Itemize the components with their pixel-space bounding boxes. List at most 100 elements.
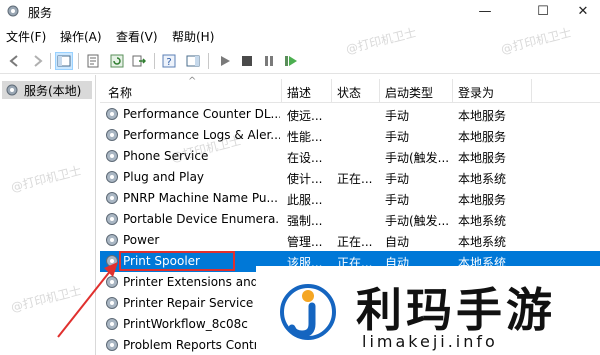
column-status[interactable]: 状态 — [337, 84, 361, 101]
restart-service-button[interactable] — [282, 52, 300, 70]
service-startup-type: 手动(触发... — [385, 214, 450, 228]
back-button[interactable] — [6, 52, 24, 70]
toolbar-separator — [50, 53, 51, 69]
service-startup-type: 手动 — [385, 109, 410, 123]
service-description: 在设... — [287, 151, 323, 165]
table-row[interactable]: Performance Logs & Aler... 性能... 手动 本地服务 — [100, 125, 600, 146]
service-gear-icon — [106, 171, 118, 183]
service-gear-icon — [106, 339, 118, 351]
watermark-title: 利玛手游 — [356, 283, 556, 337]
column-startup-type[interactable]: 启动类型 — [385, 84, 433, 101]
column-divider[interactable] — [281, 79, 282, 103]
export-icon — [132, 55, 146, 67]
column-header: ^ 名称 描述 状态 启动类型 登录为 — [100, 76, 600, 103]
column-divider[interactable] — [531, 79, 532, 103]
table-row[interactable]: PNRP Machine Name Pu... 此服... 手动 本地服务 — [100, 188, 600, 209]
table-row[interactable]: Power 管理... 正在... 自动 本地系统 — [100, 230, 600, 251]
toolbar-separator — [154, 53, 155, 69]
table-row[interactable]: Performance Counter DL... 使远... 手动 本地服务 — [100, 104, 600, 125]
service-startup-type: 手动(触发... — [385, 151, 450, 165]
services-gear-icon — [7, 5, 19, 17]
service-description: 性能... — [287, 130, 323, 144]
maximize-icon: ☐ — [537, 3, 549, 19]
service-gear-icon — [106, 213, 118, 225]
service-gear-icon — [106, 297, 118, 309]
column-name[interactable]: 名称 — [108, 84, 132, 101]
toolbar-separator — [78, 53, 79, 69]
service-status: 正在... — [337, 172, 373, 186]
service-gear-icon — [106, 150, 118, 162]
service-startup-type: 自动 — [385, 235, 410, 249]
show-console-tree-button[interactable] — [55, 52, 73, 70]
pause-icon — [265, 56, 273, 66]
forward-button[interactable] — [28, 52, 46, 70]
menu-action[interactable]: 操作(A) — [60, 28, 102, 45]
minimize-button[interactable]: — — [462, 0, 508, 22]
help-icon: ? — [162, 54, 176, 68]
column-divider[interactable] — [452, 79, 453, 103]
service-name: Plug and Play — [123, 170, 205, 184]
service-gear-icon — [106, 276, 118, 288]
column-logon-as[interactable]: 登录为 — [458, 84, 494, 101]
service-logon-as: 本地系统 — [458, 172, 507, 186]
refresh-icon — [110, 54, 124, 68]
print-spooler-highlight — [119, 251, 235, 271]
service-description: 管理... — [287, 235, 323, 249]
minimize-icon: — — [478, 3, 492, 19]
back-arrow-icon — [9, 55, 18, 67]
properties-icon — [87, 54, 99, 68]
console-tree-icon — [57, 55, 71, 67]
action-pane-button[interactable] — [184, 52, 202, 70]
service-name: Power — [123, 233, 160, 247]
stop-service-button[interactable] — [238, 52, 256, 70]
service-gear-icon — [106, 318, 118, 330]
watermark-card: 利玛手游 limakeji.info — [256, 266, 600, 355]
service-description: 强制... — [287, 214, 323, 228]
sort-ascending-icon: ^ — [188, 76, 197, 87]
export-list-button[interactable] — [130, 52, 148, 70]
service-startup-type: 手动 — [385, 193, 410, 207]
tree-item-label: 服务(本地) — [24, 83, 82, 98]
service-status: 正在... — [337, 235, 373, 249]
pause-service-button[interactable] — [260, 52, 278, 70]
refresh-button[interactable] — [108, 52, 126, 70]
service-description: 使远... — [287, 109, 323, 123]
service-logon-as: 本地服务 — [458, 151, 507, 165]
service-gear-icon — [106, 192, 118, 204]
services-gear-icon — [6, 84, 18, 96]
service-gear-icon — [106, 129, 118, 141]
watermark-logo-icon — [280, 284, 336, 340]
properties-button[interactable] — [84, 52, 102, 70]
svg-text:?: ? — [166, 57, 171, 68]
service-description: 使计... — [287, 172, 323, 186]
close-button[interactable]: ✕ — [560, 0, 600, 22]
service-name: Portable Device Enumera... — [123, 212, 280, 226]
action-pane-icon — [186, 55, 200, 67]
service-logon-as: 本地服务 — [458, 130, 507, 144]
watermark-url: limakeji.info — [362, 332, 498, 351]
column-divider[interactable] — [331, 79, 332, 103]
table-row[interactable]: Plug and Play 使计... 正在... 手动 本地系统 — [100, 167, 600, 188]
menu-view[interactable]: 查看(V) — [116, 28, 158, 45]
window-title: 服务 — [28, 6, 53, 20]
close-icon: ✕ — [577, 3, 589, 19]
help-button[interactable]: ? — [160, 52, 178, 70]
tree-item-services-local[interactable]: 服务(本地) — [2, 81, 92, 99]
service-startup-type: 手动 — [385, 172, 410, 186]
table-row[interactable]: Portable Device Enumera... 强制... 手动(触发... 本… — [100, 209, 600, 230]
service-gear-icon — [106, 234, 118, 246]
column-description[interactable]: 描述 — [287, 84, 311, 101]
play-icon — [221, 56, 230, 66]
service-description: 此服... — [287, 193, 323, 207]
forward-arrow-icon — [34, 55, 43, 67]
title-bar: 服务 — ☐ ✕ — [0, 0, 600, 24]
service-logon-as: 本地服务 — [458, 193, 507, 207]
service-gear-icon — [106, 255, 118, 267]
column-divider[interactable] — [379, 79, 380, 103]
service-logon-as: 本地系统 — [458, 214, 507, 228]
service-startup-type: 手动 — [385, 130, 410, 144]
stop-icon — [242, 56, 252, 66]
menu-help[interactable]: 帮助(H) — [172, 28, 214, 45]
menu-file[interactable]: 文件(F) — [6, 28, 46, 45]
start-service-button[interactable] — [216, 52, 234, 70]
